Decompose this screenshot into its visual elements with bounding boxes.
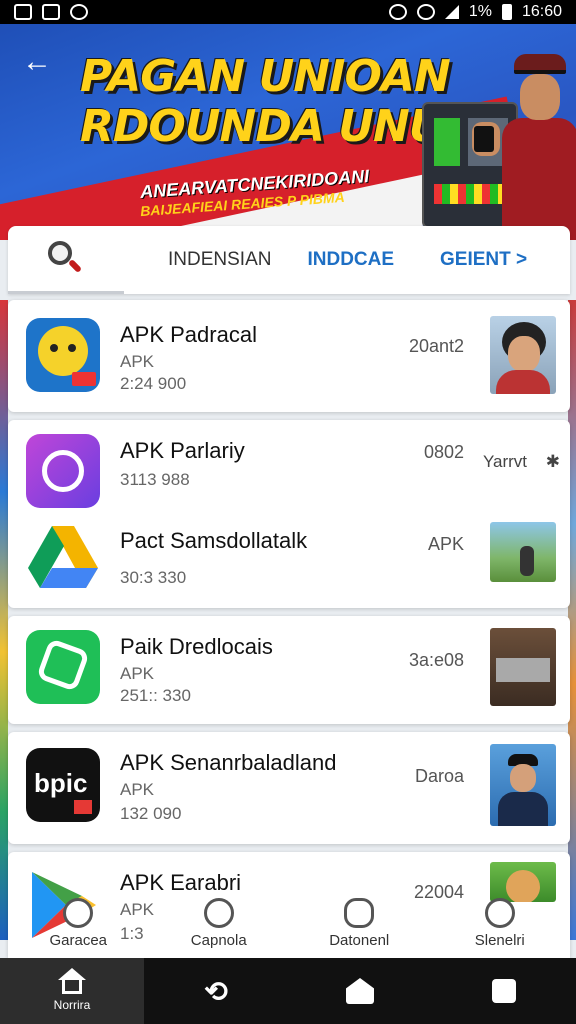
clock: 16:60 [521, 3, 562, 20]
app-icon [26, 630, 100, 704]
app-thumbnail [490, 316, 556, 394]
home-label: Norrira [53, 998, 91, 1012]
shield-icon [203, 897, 234, 928]
app-type: APK [120, 780, 155, 799]
officer-illustration [472, 54, 576, 240]
bottom-nav: Garacea Capnola Datonenl Slenelri [8, 888, 570, 958]
app-name: APK Padracal [120, 322, 257, 347]
app-thumbnail [490, 628, 556, 706]
app-card: APK Padracal APK 2:24 900 20ant2 [8, 300, 570, 412]
app-size: 251:: 330 [120, 686, 191, 705]
recents-button[interactable] [432, 958, 576, 1024]
tab-indensian[interactable]: INDENSIAN [150, 249, 289, 271]
app-name: Paik Dredlocais [120, 634, 273, 659]
list-item[interactable]: Pact Samsdollatalk 30:3 330 APK [8, 514, 570, 608]
app-meta: Daroa [414, 766, 464, 786]
home-shape-icon [346, 978, 374, 1004]
people-icon [344, 897, 375, 928]
app-icon [26, 318, 100, 392]
nav-datonenl[interactable]: Datonenl [299, 897, 419, 949]
app-name: APK Parlariy [120, 438, 245, 463]
app-icon-text: bpic [34, 768, 88, 798]
app-card: bpic APK Senanrbaladland APK 132 090 Dar… [8, 732, 570, 844]
nav-label: Garacea [49, 931, 108, 949]
app-size: 3113 988 [120, 470, 190, 489]
nav-label: Datonenl [329, 931, 390, 949]
home-button[interactable]: Norrira [0, 958, 144, 1024]
recents-icon [492, 979, 516, 1003]
signal-icon [444, 5, 459, 19]
app-size: 132 090 [120, 804, 182, 823]
drive-icon [26, 520, 100, 594]
mail-notification-icon [42, 4, 60, 20]
image-notification-icon [14, 4, 32, 20]
app-size: 2:24 900 [120, 374, 187, 393]
app-meta: 0802 [423, 442, 464, 462]
alarm-icon [388, 4, 407, 20]
search-icon [48, 240, 84, 277]
nav-label: Capnola [190, 931, 247, 949]
app-meta: 20ant2 [408, 336, 464, 356]
app-name: APK Senanrbaladland [120, 750, 337, 775]
app-meta: APK [427, 534, 464, 554]
back-arrow-icon[interactable]: ← [22, 44, 58, 80]
app-meta-secondary-label: Yarrvt [482, 452, 528, 471]
nav-garacea[interactable]: Garacea [18, 897, 138, 949]
list-item[interactable]: APK Parlariy 3113 988 0802 Yarrvt ✱ [8, 420, 570, 514]
nav-capnola[interactable]: Capnola [159, 897, 279, 949]
list-item[interactable]: APK Padracal APK 2:24 900 20ant2 [8, 300, 570, 412]
home-pentagon-button[interactable] [288, 958, 432, 1024]
battery-percent: 1% [468, 3, 492, 20]
status-bar: 1% 16:60 [0, 0, 576, 24]
tab-inddcae[interactable]: INDDCAE [289, 249, 412, 271]
pin-icon[interactable]: ✱ [546, 452, 560, 471]
list-item[interactable]: bpic APK Senanrbaladland APK 132 090 Dar… [8, 732, 570, 844]
wifi-icon [416, 4, 435, 20]
system-nav-bar: Norrira ⟲ [0, 958, 576, 1024]
banner-title: PAGAN UNIOAN RDOUNDA UNU [80, 51, 451, 152]
app-card: Paik Dredlocais APK 251:: 330 3a:e08 [8, 616, 570, 724]
tab-search[interactable] [8, 226, 124, 294]
app-icon [26, 434, 100, 508]
app-notification-icon [70, 4, 88, 20]
app-type: APK [120, 352, 155, 371]
category-tabs: INDENSIAN INDDCAE GEIENT > [8, 226, 570, 294]
nav-slenelri[interactable]: Slenelri [440, 897, 560, 949]
home-icon [57, 968, 87, 994]
user-icon [484, 897, 515, 928]
app-name: Pact Samsdollatalk [120, 528, 308, 553]
app-meta-secondary: Yarrvt ✱ [483, 452, 560, 472]
nav-label: Slenelri [474, 931, 525, 949]
back-button[interactable]: ⟲ [144, 958, 288, 1024]
app-thumbnail [490, 744, 556, 826]
list-item[interactable]: Paik Dredlocais APK 251:: 330 3a:e08 [8, 616, 570, 724]
app-meta: 3a:e08 [408, 650, 464, 670]
app-thumbnail [490, 522, 556, 582]
app-icon: bpic [26, 748, 100, 822]
battery-icon [501, 4, 512, 20]
app-type: APK [120, 664, 155, 683]
tab-geient[interactable]: GEIENT > [422, 249, 545, 271]
background-edge-left [0, 300, 8, 940]
back-gesture-icon: ⟲ [204, 975, 228, 1007]
person-icon [63, 897, 94, 928]
promo-banner: ← PAGAN UNIOAN RDOUNDA UNU ANEARVATCNEKI… [0, 24, 576, 240]
app-size: 30:3 330 [120, 568, 187, 587]
app-card: APK Parlariy 3113 988 0802 Yarrvt ✱ Pact… [8, 420, 570, 608]
